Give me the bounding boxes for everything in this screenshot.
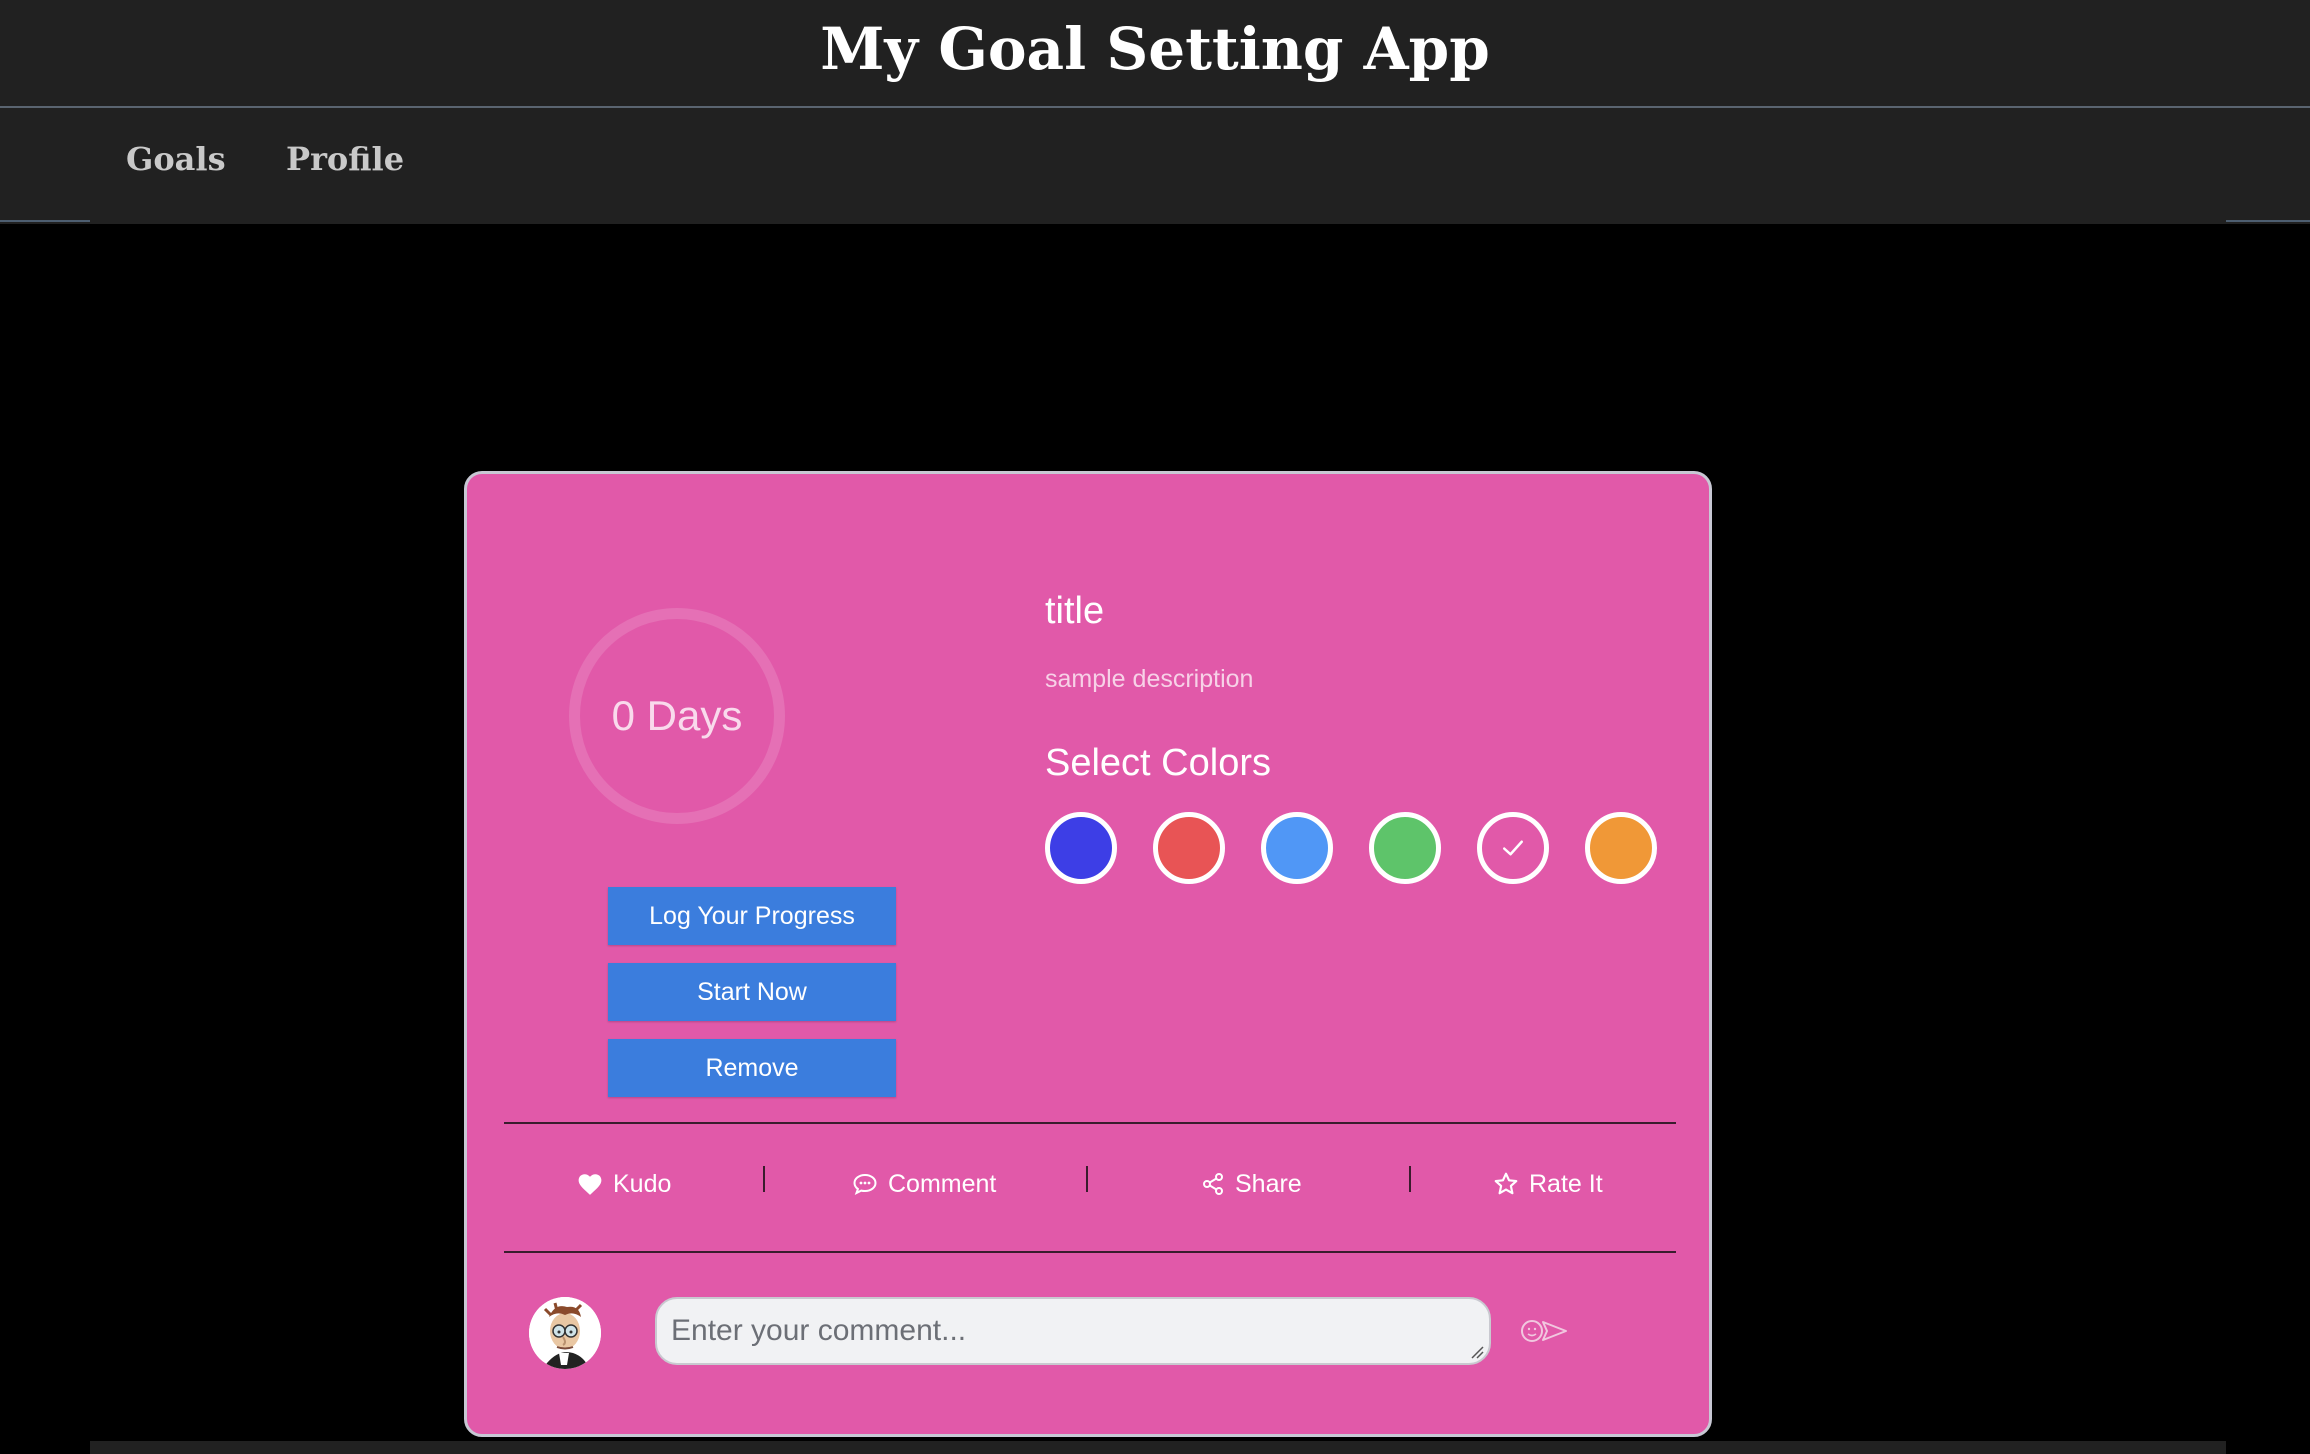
- avatar: [529, 1297, 601, 1369]
- start-now-button[interactable]: Start Now: [608, 963, 896, 1021]
- log-progress-button[interactable]: Log Your Progress: [608, 887, 896, 945]
- color-swatch-pink[interactable]: [1477, 812, 1549, 884]
- nav-divider-right: [2226, 220, 2310, 222]
- nav-divider-left: [0, 220, 90, 222]
- color-swatch-red[interactable]: [1153, 812, 1225, 884]
- comment-button[interactable]: Comment: [852, 1164, 996, 1204]
- action-separator: [763, 1166, 765, 1192]
- kudo-label: Kudo: [613, 1169, 672, 1198]
- action-separator: [1086, 1166, 1088, 1192]
- rate-label: Rate It: [1529, 1169, 1603, 1198]
- action-divider-top: [504, 1122, 1676, 1124]
- kudo-button[interactable]: Kudo: [577, 1164, 671, 1204]
- days-counter: 0 Days: [611, 692, 743, 739]
- action-divider-bottom: [504, 1251, 1676, 1253]
- goal-card: 0 Days Log Your Progress Start Now Remov…: [464, 471, 1712, 1437]
- resize-handle-icon[interactable]: [1470, 1345, 1484, 1359]
- send-icon[interactable]: [1519, 1316, 1569, 1346]
- nav-link-goals[interactable]: Goals: [126, 140, 226, 178]
- select-colors-heading: Select Colors: [1045, 742, 1271, 784]
- action-separator: [1409, 1166, 1411, 1192]
- color-swatch-blue[interactable]: [1045, 812, 1117, 884]
- app-title: My Goal Setting App: [820, 15, 1490, 83]
- color-swatch-green[interactable]: [1369, 812, 1441, 884]
- app-header: My Goal Setting App: [0, 0, 2310, 108]
- comment-input[interactable]: [655, 1297, 1491, 1365]
- color-swatch-orange[interactable]: [1585, 812, 1657, 884]
- goal-description: sample description: [1045, 665, 1254, 693]
- rate-button[interactable]: Rate It: [1493, 1164, 1603, 1204]
- comment-label: Comment: [888, 1169, 997, 1198]
- comment-icon: [853, 1173, 877, 1195]
- share-label: Share: [1235, 1169, 1302, 1198]
- nav-link-profile[interactable]: Profile: [286, 140, 404, 178]
- avatar-image: [529, 1297, 601, 1369]
- footer-strip: [90, 1441, 2226, 1454]
- remove-button[interactable]: Remove: [608, 1039, 896, 1097]
- share-icon: [1203, 1173, 1223, 1195]
- goal-title: title: [1045, 590, 1105, 632]
- color-swatch-light-blue[interactable]: [1261, 812, 1333, 884]
- heart-icon: [578, 1174, 602, 1195]
- check-icon: [1503, 840, 1523, 856]
- share-button[interactable]: Share: [1201, 1164, 1302, 1204]
- star-icon: [1494, 1172, 1518, 1195]
